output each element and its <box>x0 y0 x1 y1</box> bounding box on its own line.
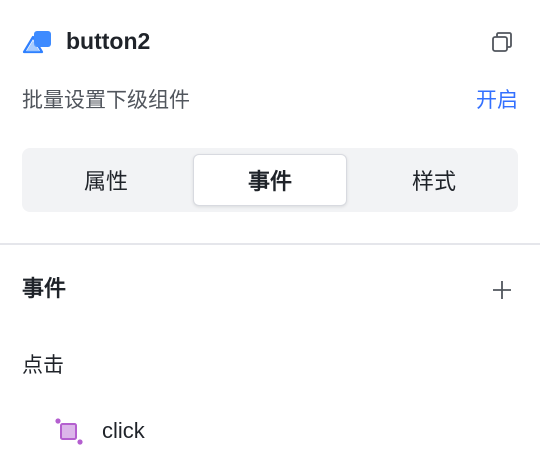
copy-icon[interactable] <box>488 28 516 56</box>
batch-setting-label: 批量设置下级组件 <box>22 89 190 112</box>
tab-events[interactable]: 事件 <box>193 154 347 206</box>
component-name: button2 <box>66 28 151 54</box>
panel-tabs: 属性 事件 样式 <box>22 148 518 212</box>
events-section-header: 事件 <box>22 272 518 308</box>
crop-square-icon <box>54 416 84 446</box>
tab-properties[interactable]: 属性 <box>29 154 183 206</box>
section-divider <box>0 243 540 245</box>
events-section-title: 事件 <box>22 276 67 301</box>
plus-icon[interactable] <box>488 276 516 304</box>
event-item-label: click <box>102 418 145 443</box>
panel-header: button2 <box>22 24 518 58</box>
tab-styles[interactable]: 样式 <box>357 154 511 206</box>
batch-setting-enable-link[interactable]: 开启 <box>476 87 518 115</box>
batch-setting-row: 批量设置下级组件 开启 <box>22 84 518 116</box>
event-item[interactable]: click <box>54 414 254 448</box>
shapes-icon <box>22 28 54 54</box>
event-group-label: 点击 <box>22 354 64 377</box>
